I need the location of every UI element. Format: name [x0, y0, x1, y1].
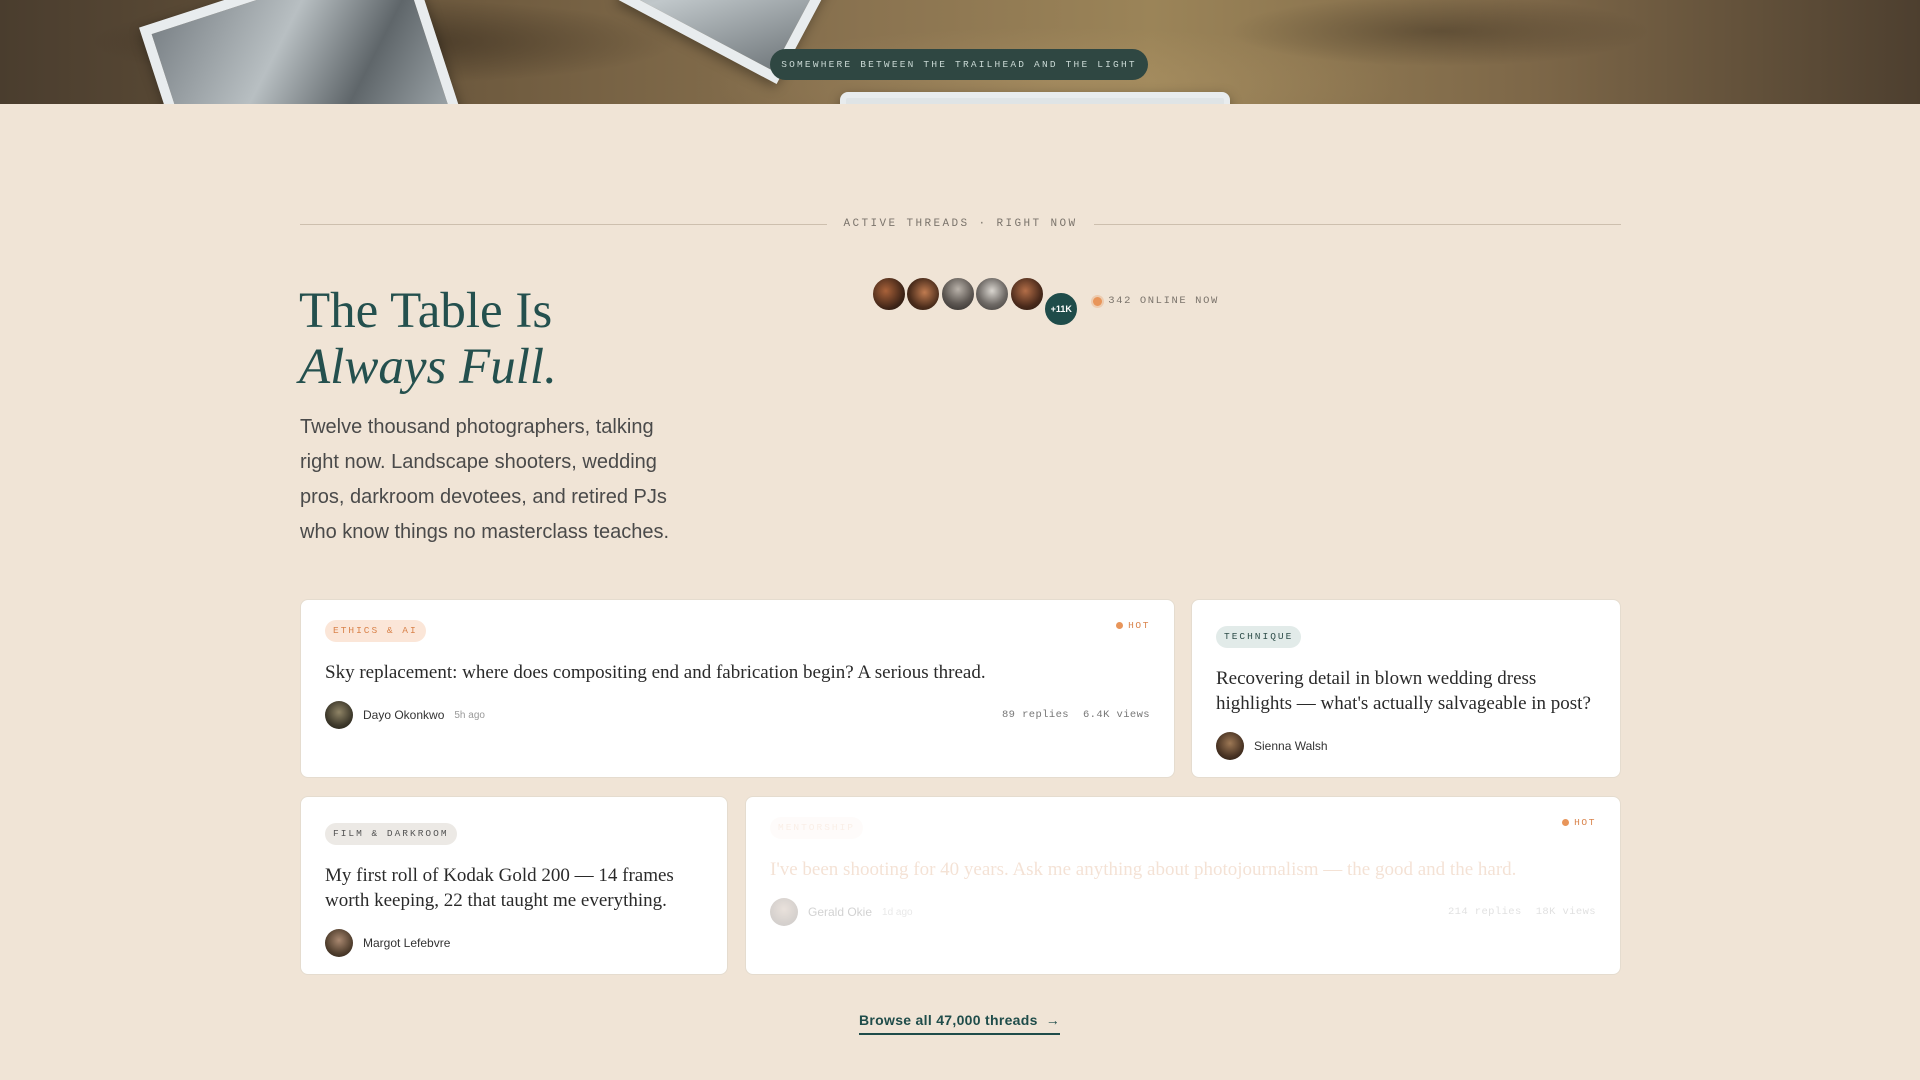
thread-title[interactable]: Recovering detail in blown wedding dress… — [1216, 666, 1596, 716]
reply-count: 89 replies — [1001, 709, 1069, 721]
view-count: 18K views — [1535, 906, 1596, 918]
view-count: 6.4K views — [1082, 709, 1150, 721]
more-members-badge[interactable]: +11K — [1043, 290, 1080, 327]
thread-meta: Gerald Okie 1d ago 214 replies 18K views — [770, 898, 1596, 926]
browse-label: Browse all 47,000 threads — [859, 1012, 1038, 1028]
reply-count: 214 replies — [1447, 906, 1522, 918]
hot-dot-icon — [1116, 622, 1124, 629]
category-tag[interactable]: Ethics & AI — [325, 620, 426, 642]
live-dot-icon — [1093, 296, 1103, 306]
thread-card[interactable]: Technique Recovering detail in blown wed… — [1191, 599, 1621, 778]
post-time: 5h ago — [454, 709, 485, 721]
avatar[interactable] — [1008, 275, 1045, 312]
thread-title[interactable]: I've been shooting for 40 years. Ask me … — [770, 857, 1596, 882]
avatar-stack: +11K — [871, 275, 1080, 327]
author-avatar[interactable] — [1216, 732, 1244, 760]
thread-card[interactable]: Film & Darkroom My first roll of Kodak G… — [300, 796, 728, 975]
arrow-right-icon: → — [1045, 1012, 1061, 1028]
hot-label: Hot — [1128, 620, 1150, 631]
thread-card[interactable]: Ethics & AI Hot Sky replacement: where d… — [300, 599, 1175, 778]
hero-banner: Somewhere between the trailhead and the … — [0, 0, 1920, 104]
avatar[interactable] — [871, 275, 907, 312]
divider — [300, 223, 828, 225]
category-tag[interactable]: Technique — [1216, 626, 1302, 648]
thread-title[interactable]: My first roll of Kodak Gold 200 — 14 fra… — [325, 863, 703, 913]
avatar[interactable] — [974, 275, 1011, 312]
online-count: 342 online now — [1108, 295, 1219, 307]
intro-paragraph: Twelve thousand photographers, talking r… — [300, 416, 670, 543]
section-header: Active threads · right now — [300, 216, 1621, 232]
avatar[interactable] — [905, 275, 942, 312]
thread-title[interactable]: Sky replacement: where does compositing … — [325, 660, 1150, 685]
hero-photo-print — [840, 92, 1230, 104]
category-tag[interactable]: Film & Darkroom — [325, 823, 457, 845]
title-line-2: Always Full. — [299, 339, 557, 395]
online-members: +11K 342 online now — [871, 275, 1219, 327]
section-label: Active threads · right now — [843, 218, 1078, 230]
thread-meta: Sienna Walsh — [1216, 732, 1596, 760]
browse-all-link[interactable]: Browse all 47,000 threads → — [859, 1011, 1061, 1035]
category-tag[interactable]: Mentorship — [770, 817, 864, 839]
page-title: The Table Is Always Full. — [299, 283, 779, 395]
author-name[interactable]: Dayo Okonkwo — [363, 708, 444, 722]
author-name[interactable]: Margot Lefebvre — [363, 936, 450, 950]
thread-meta: Dayo Okonkwo 5h ago 89 replies 6.4K view… — [325, 701, 1150, 729]
divider — [1093, 223, 1621, 225]
hero-tagline: Somewhere between the trailhead and the … — [770, 49, 1148, 80]
post-time: 1d ago — [882, 906, 913, 918]
thread-card[interactable]: Hot Mentorship I've been shooting for 40… — [745, 796, 1621, 975]
hero-photo-print — [139, 0, 461, 104]
author-avatar[interactable] — [325, 701, 353, 729]
thread-stats: 89 replies 6.4K views — [1002, 709, 1150, 721]
author-avatar[interactable] — [770, 898, 798, 926]
author-name[interactable]: Sienna Walsh — [1254, 739, 1328, 753]
title-line-1: The Table Is — [299, 283, 553, 339]
thread-stats: 214 replies 18K views — [1448, 906, 1596, 918]
hot-badge: Hot — [1116, 620, 1150, 631]
author-name[interactable]: Gerald Okie — [808, 905, 872, 919]
online-status: 342 online now — [1093, 295, 1219, 307]
avatar[interactable] — [939, 275, 976, 312]
thread-meta: Margot Lefebvre — [325, 929, 703, 957]
author-avatar[interactable] — [325, 929, 353, 957]
